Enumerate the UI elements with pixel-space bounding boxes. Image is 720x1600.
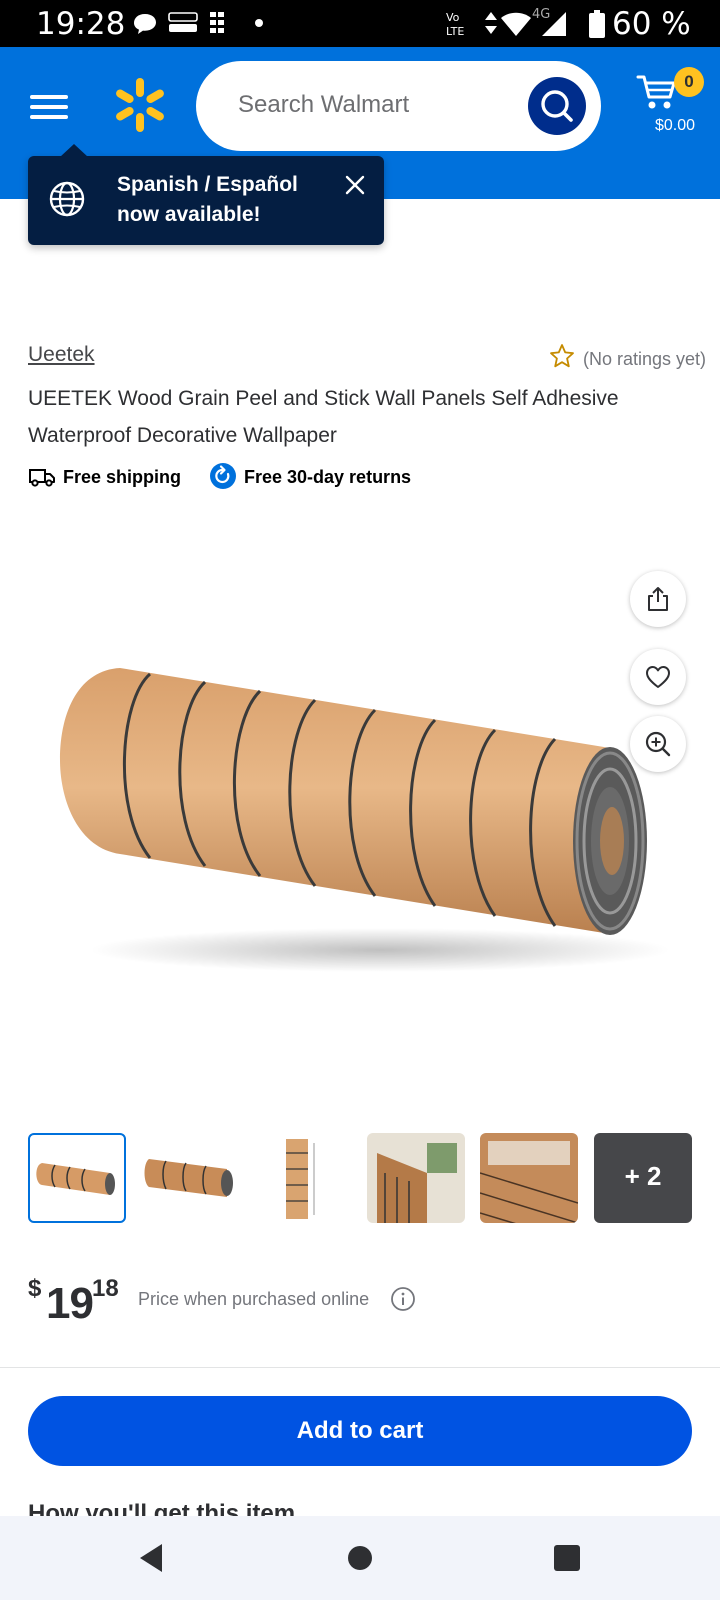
zoom-button[interactable] xyxy=(630,716,686,772)
volte-icon: Vo LTE xyxy=(446,11,464,38)
cart-amount: $0.00 xyxy=(654,117,696,134)
menu-bar xyxy=(30,105,68,109)
more-images-label: + 2 xyxy=(624,1161,662,1191)
back-icon[interactable] xyxy=(134,1540,168,1576)
language-tooltip-text: Spanish / Español now available! xyxy=(117,173,298,226)
dot-icon xyxy=(255,19,263,27)
thumbnail-2[interactable] xyxy=(141,1133,239,1223)
thumbnail-image xyxy=(367,1133,465,1223)
temu-icon xyxy=(168,12,198,32)
share-button[interactable] xyxy=(630,571,686,627)
add-to-cart-button[interactable]: Add to cart xyxy=(28,1396,692,1466)
home-icon[interactable] xyxy=(342,1540,378,1576)
tooltip-arrow xyxy=(60,144,88,157)
thumbnail-1[interactable] xyxy=(28,1133,126,1223)
cart-count-badge: 0 xyxy=(674,67,704,97)
share-icon xyxy=(648,587,668,611)
status-bar: 19:28 Vo LTE 4G 60 % xyxy=(0,0,720,47)
image-thumbnails: + 2 xyxy=(28,1133,692,1223)
thumbnail-image xyxy=(480,1133,578,1223)
chat-icon xyxy=(134,14,156,34)
thumbnail-image xyxy=(36,1163,115,1195)
price-cents: 18 xyxy=(92,1275,119,1302)
return-icon xyxy=(210,463,236,489)
heart-icon xyxy=(646,666,670,688)
game-icon xyxy=(210,12,224,33)
search-placeholder: Search Walmart xyxy=(238,91,410,118)
data-arrows-icon xyxy=(485,12,497,34)
search-input[interactable]: Search Walmart xyxy=(196,61,601,151)
menu-button[interactable] xyxy=(26,87,72,127)
battery-icon xyxy=(589,10,605,38)
thumbnail-image xyxy=(144,1159,233,1197)
cart-button[interactable]: 0 $0.00 xyxy=(636,61,710,141)
free-returns-label: Free 30-day returns xyxy=(244,467,412,487)
search-button[interactable] xyxy=(528,77,586,135)
product-title: UEETEK Wood Grain Peel and Stick Wall Pa… xyxy=(28,387,619,447)
recents-icon[interactable] xyxy=(550,1540,584,1576)
thumbnail-3[interactable] xyxy=(254,1133,352,1223)
thumbnail-image xyxy=(286,1139,315,1219)
walmart-spark-logo[interactable] xyxy=(110,75,170,135)
lte-text: LTE xyxy=(446,25,464,38)
product-image[interactable] xyxy=(50,660,670,990)
price-note: Price when purchased online xyxy=(138,1289,370,1309)
info-icon[interactable] xyxy=(390,1286,416,1312)
menu-bar xyxy=(30,95,68,99)
brand-link[interactable]: Ueetek xyxy=(28,343,95,367)
close-icon[interactable] xyxy=(342,172,368,198)
system-nav-bar xyxy=(0,1516,720,1600)
truck-icon xyxy=(29,469,55,487)
language-tooltip[interactable]: Spanish / Español now available! xyxy=(28,144,384,245)
section-divider xyxy=(0,1367,720,1368)
rating-text: (No ratings yet) xyxy=(583,349,707,369)
free-shipping-label: Free shipping xyxy=(63,467,182,487)
price-whole: 19 xyxy=(46,1279,94,1328)
menu-bar xyxy=(30,115,68,119)
globe-icon xyxy=(49,181,85,217)
price-currency: $ xyxy=(28,1275,42,1302)
battery-percentage: 60 % xyxy=(612,6,691,42)
favorite-button[interactable] xyxy=(630,649,686,705)
thumbnail-5[interactable] xyxy=(480,1133,578,1223)
zoom-in-icon xyxy=(645,731,671,757)
volte-text: Vo xyxy=(446,11,460,24)
thumbnail-4[interactable] xyxy=(367,1133,465,1223)
star-outline-icon xyxy=(550,344,574,368)
signal-icon: 4G xyxy=(532,7,566,36)
thumbnail-more[interactable]: + 2 xyxy=(594,1133,692,1223)
status-time: 19:28 xyxy=(36,6,126,42)
search-icon xyxy=(541,90,573,122)
wifi-icon xyxy=(501,12,531,36)
network-type-text: 4G xyxy=(532,7,550,22)
